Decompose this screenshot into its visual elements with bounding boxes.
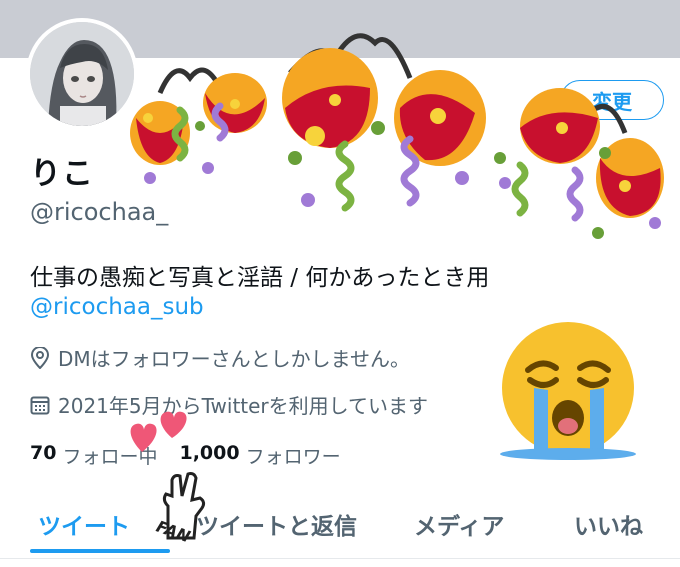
bio-text: 仕事の愚痴と写真と淫語 / 何かあったとき用 <box>30 265 490 291</box>
tabs-divider <box>0 558 680 559</box>
joined-text: 2021年5月からTwitterを利用しています <box>58 394 429 418</box>
following-label: フォロー中 <box>62 446 158 468</box>
tab-media[interactable]: メディア <box>414 496 504 552</box>
tab-tweets[interactable]: ツイート <box>38 496 130 552</box>
following-count: 70 <box>30 442 57 464</box>
location-pin-icon <box>30 346 50 369</box>
joined-row: 2021年5月からTwitterを利用しています <box>30 390 428 419</box>
followers-label: フォロワー <box>245 446 341 468</box>
display-name: りこ <box>30 156 94 192</box>
edit-profile-button[interactable]: 変更 <box>560 80 664 120</box>
follow-stats: 70 フォロー中 1,000 フォロワー <box>30 442 363 469</box>
location-text: DMはフォロワーさんとしかしません。 <box>58 347 411 371</box>
bio-mention-link[interactable]: @ricochaa_sub <box>30 294 204 320</box>
calendar-icon <box>30 396 50 414</box>
active-tab-indicator <box>30 549 170 553</box>
tab-tweets-and-replies[interactable]: ツイートと返信 <box>196 496 357 552</box>
followers-link[interactable]: 1,000 フォロワー <box>179 442 340 469</box>
location-row: DMはフォロワーさんとしかしません。 <box>30 343 410 372</box>
tab-likes[interactable]: いいね <box>574 496 643 552</box>
followers-count: 1,000 <box>179 442 240 464</box>
profile-tabs: ツイート ツイートと返信 メディア いいね <box>0 496 680 556</box>
avatar[interactable] <box>26 18 138 130</box>
following-link[interactable]: 70 フォロー中 <box>30 442 157 469</box>
username-handle: @ricochaa_ <box>30 198 169 226</box>
crying-face-sticker <box>500 322 636 460</box>
